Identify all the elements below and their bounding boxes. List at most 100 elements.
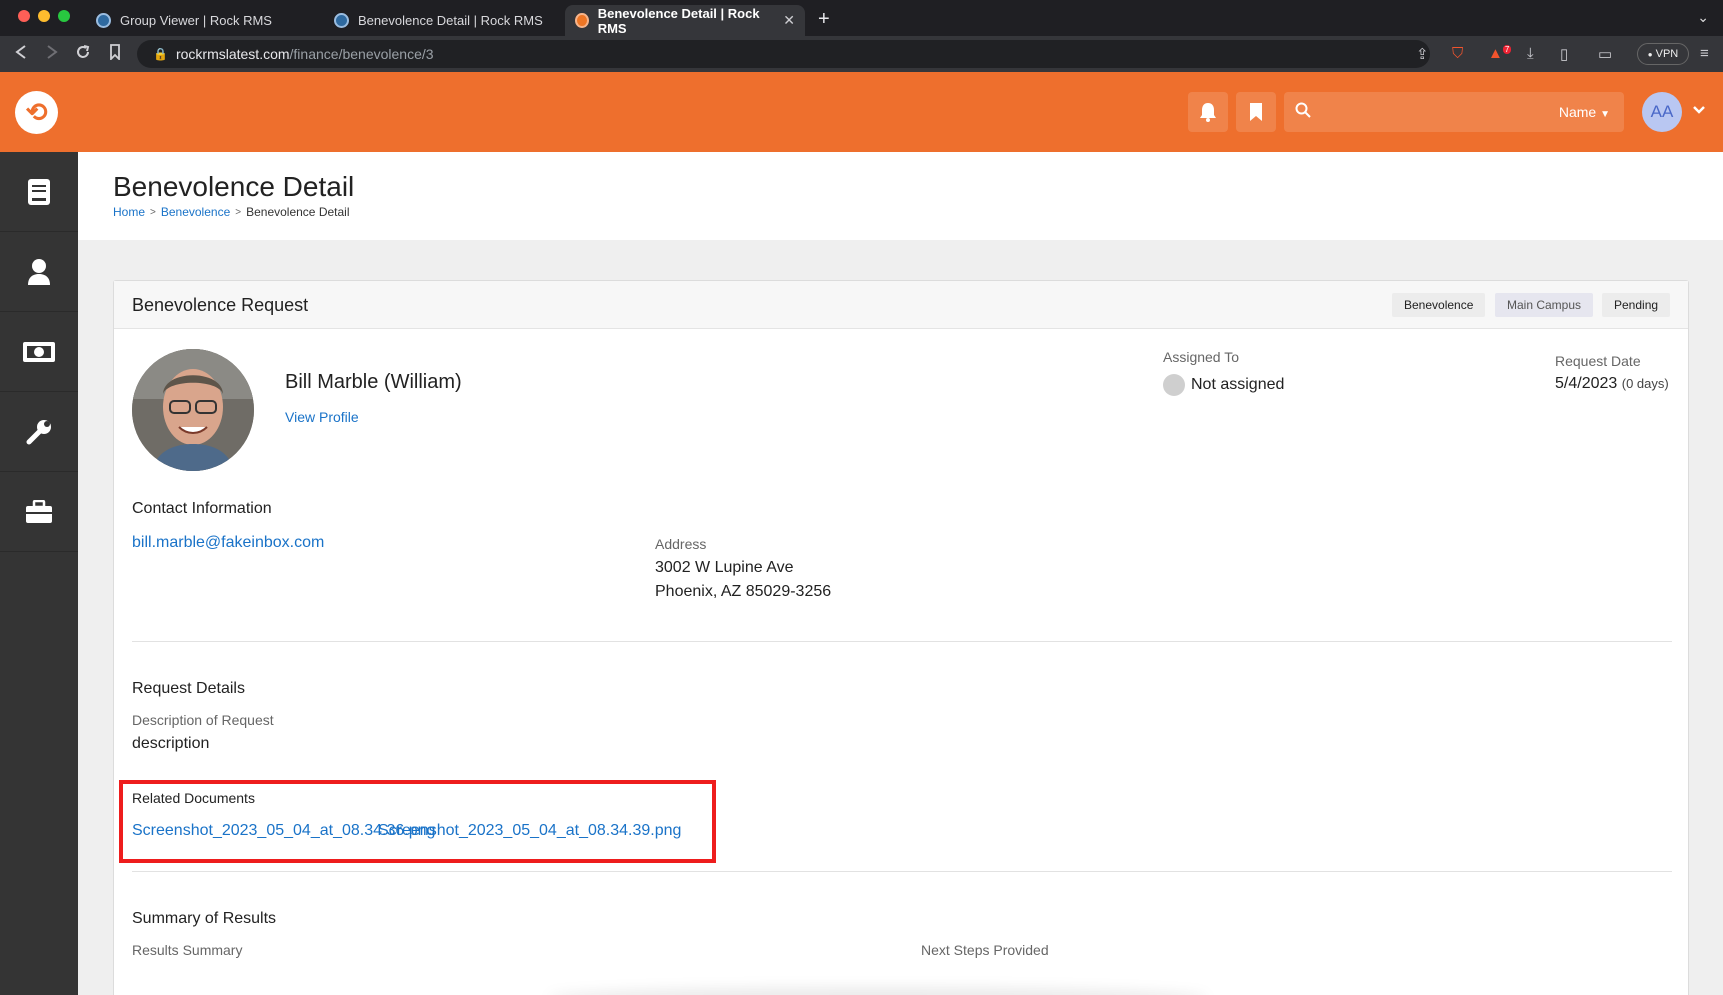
address-bar[interactable]: 🔒 rockrmslatest.com/finance/benevolence/… — [137, 40, 1430, 68]
breadcrumb: Home > Benevolence > Benevolence Detail — [113, 205, 350, 219]
assigned-to-value: Not assigned — [1163, 374, 1284, 396]
request-date-value: 5/4/2023 (0 days) — [1555, 375, 1669, 393]
search-input[interactable] — [1324, 100, 1524, 124]
view-profile-link[interactable]: View Profile — [285, 409, 359, 425]
request-details-heading: Request Details — [132, 680, 245, 697]
new-tab-button[interactable]: + — [818, 8, 830, 31]
user-placeholder-icon — [1163, 374, 1185, 396]
page-title: Benevolence Detail — [113, 171, 355, 202]
current-user-avatar[interactable]: AA — [1642, 92, 1682, 132]
request-age: (0 days) — [1621, 376, 1669, 391]
search-scope-dropdown[interactable]: Name ▼ — [1559, 104, 1610, 120]
forward-icon[interactable] — [45, 44, 59, 65]
campus-label: Main Campus — [1495, 293, 1594, 317]
results-summary-label: Results Summary — [132, 942, 243, 958]
address-line-1: 3002 W Lupine Ave — [655, 559, 794, 576]
email-link[interactable]: bill.marble@fakeinbox.com — [132, 534, 324, 552]
divider — [132, 871, 1672, 872]
rewards-count-badge: 7 — [1502, 45, 1512, 54]
share-icon[interactable]: ⇪ — [1416, 45, 1429, 63]
sidebar-item-finance[interactable] — [0, 312, 78, 392]
wallet-icon[interactable]: ▭ — [1598, 45, 1612, 63]
breadcrumb-current: Benevolence Detail — [246, 205, 350, 219]
divider — [132, 641, 1672, 642]
download-icon[interactable]: ⤓ — [1527, 45, 1534, 62]
app-header: ⟲ Name ▼ AA — [0, 72, 1723, 152]
page-header: Benevolence Detail Home > Benevolence > … — [78, 152, 1723, 240]
main-content: Benevolence Detail Home > Benevolence > … — [78, 152, 1723, 995]
rock-favicon-icon — [334, 13, 349, 28]
smart-search: Name ▼ — [1284, 92, 1624, 132]
user-menu-chevron-icon[interactable] — [1692, 102, 1706, 118]
tab-list-chevron-icon[interactable]: ⌄ — [1697, 9, 1709, 26]
money-icon — [23, 341, 55, 362]
panel-header: Benevolence Request Benevolence Main Cam… — [114, 281, 1688, 329]
vpn-button[interactable]: ● VPN — [1637, 43, 1689, 65]
book-icon — [28, 178, 50, 205]
brave-rewards-icon[interactable]: ▲ 7 — [1488, 45, 1512, 62]
person-name: Bill Marble (William) — [285, 371, 462, 393]
person-icon — [28, 258, 50, 285]
sidebar-item-content[interactable] — [0, 152, 78, 232]
description-label: Description of Request — [132, 712, 274, 728]
menu-icon[interactable]: ≡ — [1700, 45, 1709, 62]
panel-title: Benevolence Request — [132, 295, 309, 315]
app-sidebar — [0, 152, 78, 995]
reload-icon[interactable] — [75, 44, 91, 65]
bookmarks-button[interactable] — [1236, 92, 1276, 132]
assigned-to-label: Assigned To — [1163, 349, 1240, 365]
summary-of-results-heading: Summary of Results — [132, 910, 277, 927]
sidebar-item-people[interactable] — [0, 232, 78, 312]
person-photo — [132, 349, 254, 471]
caret-down-icon: ▼ — [1600, 109, 1610, 120]
tab-title: Benevolence Detail | Rock RMS — [597, 5, 760, 36]
browser-tab-bar: Group Viewer | Rock RMS Benevolence Deta… — [0, 0, 1723, 36]
sidebar-item-admin[interactable] — [0, 472, 78, 552]
request-date-label: Request Date — [1555, 353, 1641, 369]
close-window-button[interactable] — [18, 10, 30, 22]
back-icon[interactable] — [14, 44, 28, 65]
brave-shield-icon[interactable]: ⛉ — [1452, 45, 1463, 62]
bookmark-page-icon[interactable] — [109, 44, 121, 65]
search-icon — [1295, 102, 1311, 123]
browser-tab-active[interactable]: Benevolence Detail | Rock RMS ✕ — [565, 5, 805, 36]
browser-toolbar: 🔒 rockrmslatest.com/finance/benevolence/… — [0, 36, 1723, 72]
url-host: rockrmslatest.com — [175, 46, 290, 62]
description-value: description — [132, 735, 210, 752]
tab-title: Benevolence Detail | Rock RMS — [358, 13, 543, 28]
request-date: 5/4/2023 — [1555, 375, 1618, 392]
rock-favicon-icon — [96, 13, 111, 28]
sidebar-item-tools[interactable] — [0, 392, 78, 472]
breadcrumb-home-link[interactable]: Home — [113, 205, 145, 219]
tab-title: Group Viewer | Rock RMS — [120, 13, 272, 28]
notifications-button[interactable] — [1188, 92, 1228, 132]
close-tab-icon[interactable]: ✕ — [783, 12, 795, 29]
browser-tab[interactable]: Benevolence Detail | Rock RMS — [324, 5, 560, 36]
rock-logo-icon[interactable]: ⟲ — [15, 91, 58, 134]
assigned-to-text: Not assigned — [1191, 376, 1285, 394]
address-line-2: Phoenix, AZ 85029-3256 — [655, 583, 832, 600]
bell-icon — [1200, 103, 1216, 122]
lock-icon: 🔒 — [153, 47, 168, 61]
annotation-highlight-box — [119, 780, 716, 863]
url-path: /finance/benevolence/3 — [289, 46, 434, 62]
chevron-right-icon: > — [150, 206, 156, 218]
type-label: Benevolence — [1392, 293, 1486, 317]
address-label: Address — [655, 536, 707, 552]
chevron-right-icon: > — [235, 206, 242, 218]
bookmark-icon — [1250, 103, 1262, 121]
search-scope-label: Name — [1558, 104, 1597, 120]
vpn-label: VPN — [1655, 48, 1679, 60]
minimize-window-button[interactable] — [38, 10, 50, 22]
status-label: Pending — [1602, 293, 1671, 317]
rock-favicon-icon — [575, 13, 589, 28]
wrench-icon — [26, 419, 51, 444]
browser-tab[interactable]: Group Viewer | Rock RMS — [86, 5, 318, 36]
sidebar-toggle-icon[interactable]: ▯ — [1560, 45, 1568, 63]
breadcrumb-benevolence-link[interactable]: Benevolence — [161, 205, 230, 219]
zoom-window-button[interactable] — [58, 10, 70, 22]
benevolence-request-panel: Benevolence Request Benevolence Main Cam… — [113, 280, 1689, 995]
next-steps-label: Next Steps Provided — [921, 942, 1049, 958]
contact-information-heading: Contact Information — [132, 500, 272, 517]
briefcase-icon — [26, 499, 52, 523]
